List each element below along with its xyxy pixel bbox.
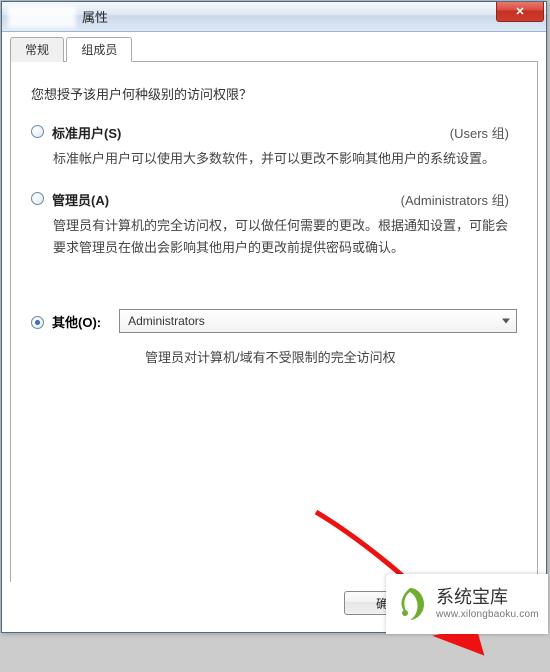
option-other[interactable]: 其他(O): Administrators (31, 309, 517, 333)
tab-strip: 常规 组成员 (10, 36, 538, 62)
group-hint-standard: (Users 组) (450, 123, 517, 142)
group-hint-admin: (Administrators 组) (401, 190, 517, 209)
desc-standard-user: 标准帐户用户可以使用大多数软件，并可以更改不影响其他用户的系统设置。 (53, 148, 509, 170)
access-level-prompt: 您想授予该用户何种级别的访问权限？ (31, 84, 517, 103)
option-standard-user[interactable]: 标准用户(S) (Users 组) (31, 123, 517, 142)
other-group-combobox[interactable]: Administrators (119, 309, 517, 333)
properties-dialog: 属性 ✕ 常规 组成员 您想授予该用户何种级别的访问权限？ 标准用户(S) (U… (1, 1, 547, 633)
desc-administrator: 管理员有计算机的完全访问权，可以做任何需要的更改。根据通知设置，可能会要求管理员… (53, 215, 509, 259)
chevron-down-icon (502, 319, 510, 324)
tab-panel-members: 您想授予该用户何种级别的访问权限？ 标准用户(S) (Users 组) 标准帐户… (10, 62, 538, 602)
titlebar[interactable]: 属性 ✕ (2, 2, 546, 32)
option-administrator[interactable]: 管理员(A) (Administrators 组) (31, 190, 517, 209)
title-blur-overlay (8, 6, 76, 28)
client-area: 常规 组成员 您想授予该用户何种级别的访问权限？ 标准用户(S) (Users … (10, 36, 538, 624)
label-administrator: 管理员(A) (52, 190, 109, 209)
tab-members[interactable]: 组成员 (66, 37, 132, 62)
other-group-value: Administrators (128, 314, 205, 328)
watermark-url: www.xilongbaoku.com (436, 609, 539, 621)
radio-standard-user[interactable] (31, 125, 44, 138)
desc-other: 管理员对计算机/域有不受限制的完全访问权 (145, 347, 517, 366)
tab-general[interactable]: 常规 (10, 37, 64, 62)
watermark: 系统宝库 www.xilongbaoku.com (386, 574, 548, 634)
radio-other[interactable] (31, 316, 44, 329)
label-standard-user: 标准用户(S) (52, 123, 121, 142)
close-button[interactable]: ✕ (496, 2, 544, 22)
close-icon: ✕ (515, 5, 524, 18)
label-other: 其他(O): (52, 312, 101, 331)
watermark-logo-icon (390, 584, 430, 624)
radio-administrator[interactable] (31, 192, 44, 205)
watermark-title: 系统宝库 (436, 587, 539, 609)
